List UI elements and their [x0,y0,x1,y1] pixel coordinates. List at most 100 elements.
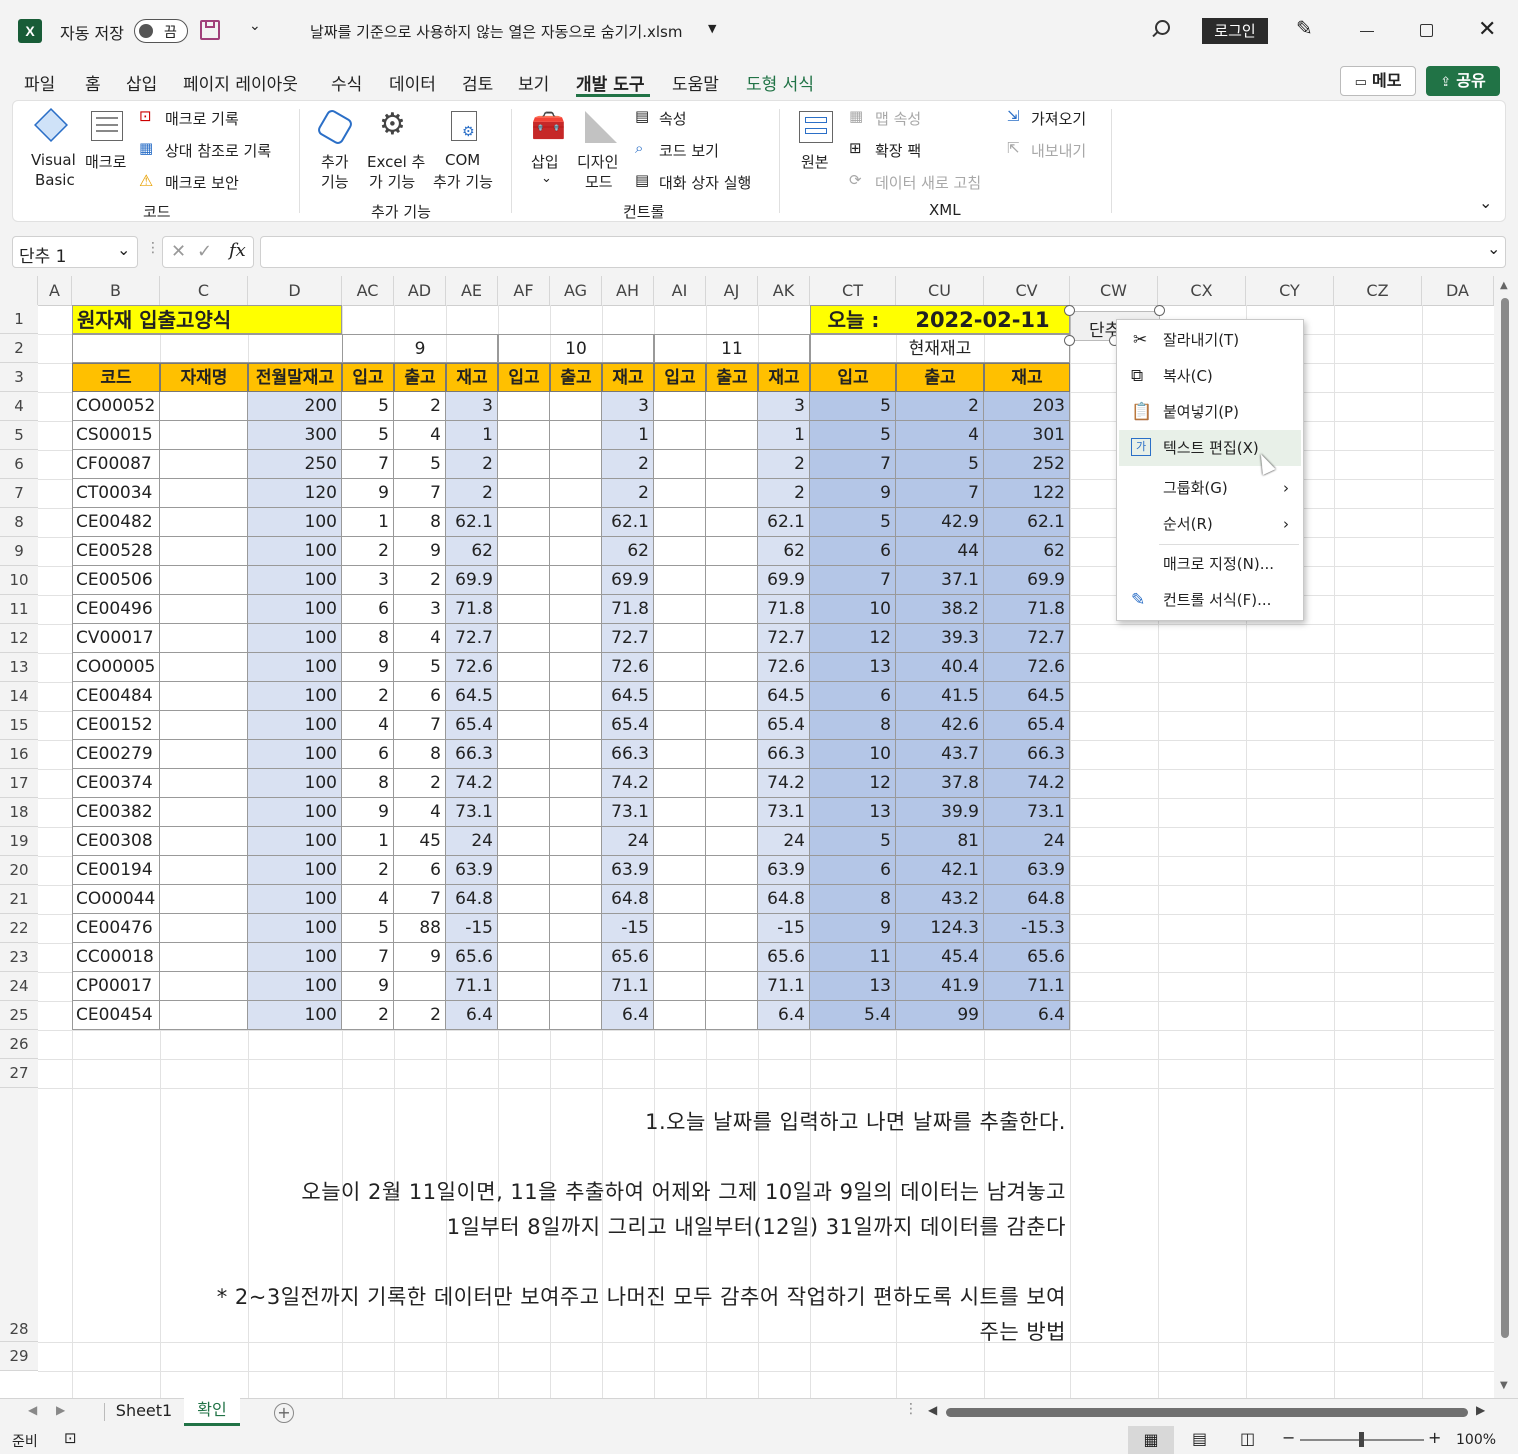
memo-button[interactable]: ▭ 메모 [1340,66,1416,96]
column-header[interactable]: AC [342,276,394,305]
column-header[interactable]: AD [394,276,446,305]
document-title[interactable]: 날짜를 기준으로 사용하지 않는 열은 자동으로 숨기기.xlsm [310,21,682,42]
row-header[interactable]: 28 [0,1088,38,1342]
add-sheet-icon[interactable]: + [274,1403,294,1423]
column-header[interactable]: CY [1246,276,1334,305]
run-dialog-button[interactable]: ▤ 대화 상자 실행 [635,171,785,193]
column-header[interactable]: D [248,276,342,305]
customize-qat-icon[interactable]: ⌄ [249,18,261,34]
import-button[interactable]: ⇲ 가져오기 [1007,107,1117,129]
row-header[interactable]: 29 [0,1342,38,1371]
column-header[interactable]: AG [550,276,602,305]
vertical-scrollbar[interactable]: ▲ ▼ [1494,276,1518,1398]
scroll-up-icon[interactable]: ▲ [1500,280,1508,291]
zoom-out-icon[interactable]: − [1282,1428,1295,1447]
collapse-ribbon-icon[interactable]: ⌄ [1479,193,1492,212]
expansion-pack-button[interactable]: ⊞ 확장 팩 [849,139,989,161]
row-header[interactable]: 27 [0,1059,38,1088]
row-header[interactable]: 9 [0,537,38,566]
row-header[interactable]: 18 [0,798,38,827]
page-layout-view-icon[interactable]: ▤ [1192,1429,1207,1448]
column-header[interactable]: CV [984,276,1070,305]
row-header[interactable]: 10 [0,566,38,595]
row-header[interactable]: 16 [0,740,38,769]
row-header[interactable]: 15 [0,711,38,740]
xml-source-button[interactable]: 원본 [793,107,839,191]
hscroll-right-icon[interactable]: ▶ [1476,1403,1485,1417]
row-header[interactable]: 8 [0,508,38,537]
row-header[interactable]: 19 [0,827,38,856]
tab-review[interactable]: 검토 [462,70,493,95]
column-header[interactable]: C [160,276,248,305]
menu-item-paste[interactable]: 📋 붙여넣기(P) [1117,394,1303,430]
column-header[interactable]: AH [602,276,654,305]
row-header[interactable]: 24 [0,972,38,1001]
page-break-view-icon[interactable]: ◫ [1240,1429,1255,1448]
design-mode-button[interactable]: 디자인 모드 [575,107,627,191]
horizontal-scroll-thumb[interactable] [946,1408,1468,1417]
com-addins-button[interactable]: ⚙ COM 추가 기능 [431,107,503,191]
select-all-corner[interactable] [0,276,38,305]
autosave-toggle[interactable]: 끔 [134,19,188,43]
macro-security-button[interactable]: ⚠ 매크로 보안 [139,171,289,193]
relative-ref-button[interactable]: ▦ 상대 참조로 기록 [139,139,289,161]
column-header[interactable]: AF [498,276,550,305]
insert-control-button[interactable]: 🧰 삽입 ⌄ [525,107,571,191]
tab-help[interactable]: 도움말 [672,70,719,95]
column-header[interactable]: AK [758,276,810,305]
row-header[interactable]: 5 [0,421,38,450]
enter-icon[interactable]: ✓ [197,241,212,262]
column-header[interactable]: CW [1070,276,1158,305]
scroll-down-icon[interactable]: ▼ [1500,1380,1508,1391]
column-header[interactable]: AE [446,276,498,305]
menu-item-format-control[interactable]: ✎ 컨트롤 서식(F)... [1117,582,1303,618]
maximize-icon[interactable] [1420,24,1433,37]
sheet-tab-sheet1[interactable]: Sheet1 [106,1399,182,1425]
column-header[interactable]: A [38,276,72,305]
row-header[interactable]: 26 [0,1030,38,1059]
row-header[interactable]: 21 [0,885,38,914]
tab-formulas[interactable]: 수식 [331,70,362,95]
login-button[interactable]: 로그인 [1202,18,1268,44]
selection-handle[interactable] [1064,335,1075,346]
vertical-scroll-thumb[interactable] [1501,298,1509,1338]
zoom-level[interactable]: 100% [1456,1432,1496,1448]
title-dropdown-icon[interactable]: ▼ [708,22,716,35]
row-header[interactable]: 23 [0,943,38,972]
tab-view[interactable]: 보기 [518,70,549,95]
tab-scroll-right-icon[interactable]: ▶ [56,1403,65,1417]
normal-view-button[interactable]: ▦ [1128,1426,1174,1454]
tab-shape-format[interactable]: 도형 서식 [746,70,814,95]
view-code-button[interactable]: ⌕ 코드 보기 [635,139,785,161]
row-header[interactable]: 11 [0,595,38,624]
menu-item-group[interactable]: 그룹화(G) › [1117,470,1303,506]
insert-function-icon[interactable]: fx [229,240,246,261]
menu-item-edit-text[interactable]: 가 텍스트 편집(X) [1119,430,1301,466]
column-header[interactable]: CX [1158,276,1246,305]
row-header[interactable]: 12 [0,624,38,653]
row-header[interactable]: 1 [0,305,38,334]
row-header[interactable]: 17 [0,769,38,798]
tab-scroll-left-icon[interactable]: ◀ [28,1403,37,1417]
row-header[interactable]: 4 [0,392,38,421]
expand-formula-icon[interactable]: ⌄ [1487,239,1500,258]
save-icon[interactable] [200,20,220,40]
tab-home[interactable]: 홈 [85,70,101,95]
row-header[interactable]: 25 [0,1001,38,1030]
close-icon[interactable]: ✕ [1478,17,1496,42]
row-header[interactable]: 2 [0,334,38,363]
row-header[interactable]: 3 [0,363,38,392]
column-header[interactable]: AJ [706,276,758,305]
worksheet-grid[interactable]: A B C D AC AD AE AF AG AH AI AJ AK CT CU CV CW CX CY CZ DA 1… [0,276,1518,1398]
tab-developer[interactable]: 개발 도구 [576,70,644,95]
accessibility-icon[interactable]: ⊡ [64,1429,77,1447]
minimize-icon[interactable] [1360,31,1374,32]
pen-icon[interactable]: ✎ [1296,16,1313,40]
menu-item-assign-macro[interactable]: 매크로 지정(N)... [1117,546,1303,582]
hscroll-left-icon[interactable]: ◀ [928,1403,937,1417]
row-header[interactable]: 13 [0,653,38,682]
column-header[interactable]: DA [1422,276,1494,305]
column-header[interactable]: CU [896,276,984,305]
zoom-in-icon[interactable]: + [1428,1428,1441,1447]
tab-insert[interactable]: 삽입 [126,70,157,95]
